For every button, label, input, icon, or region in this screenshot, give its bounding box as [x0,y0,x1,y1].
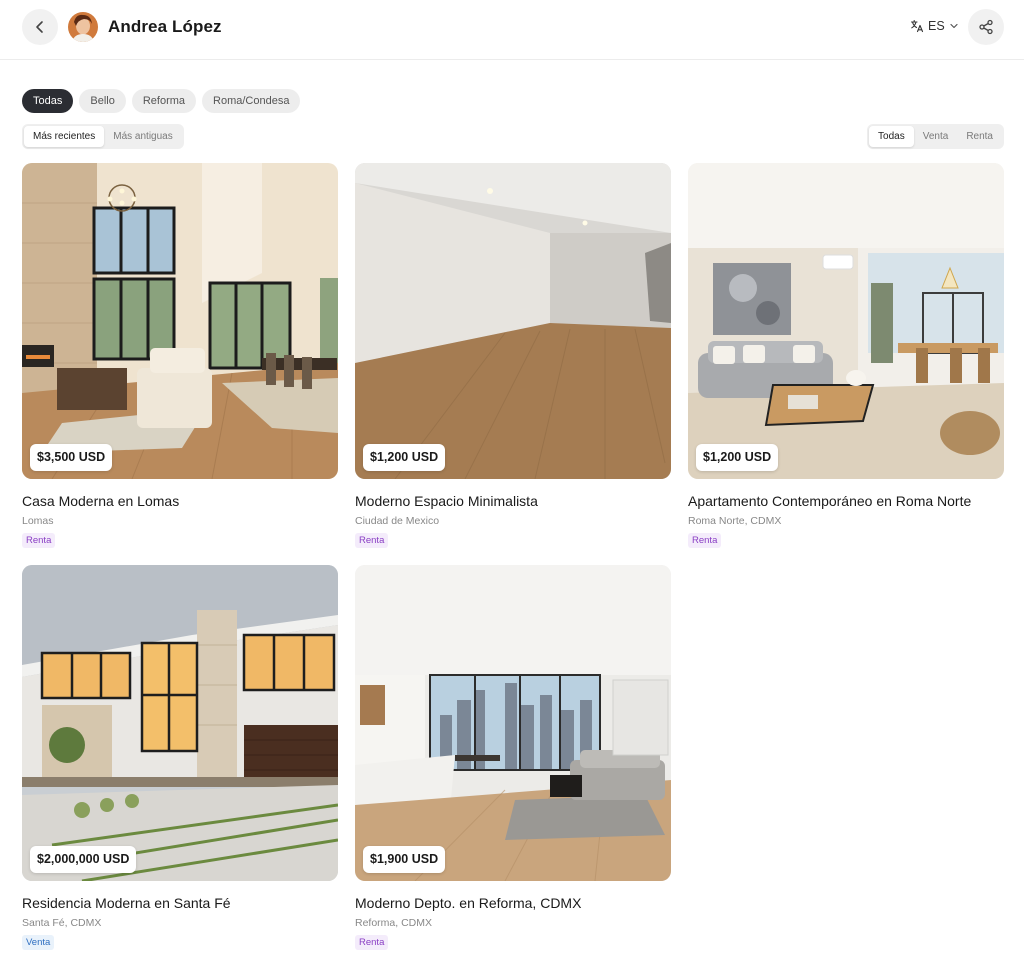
listing-title[interactable]: Moderno Espacio Minimalista [355,493,671,509]
price-badge: $1,200 USD [696,444,779,471]
listing-photo[interactable]: $1,900 USD [355,565,671,881]
language-selector[interactable]: ES [910,19,959,33]
listing-type-tag: Renta [22,533,56,548]
agent-avatar [68,12,98,42]
price-badge: $1,900 USD [363,846,446,873]
listing-location: Ciudad de Mexico [355,515,440,527]
sort-toggle: Más recientes Más antiguas [22,124,184,149]
agent-name: Andrea López [108,17,222,36]
listing-title[interactable]: Casa Moderna en Lomas [22,493,338,509]
chevron-left-icon [36,21,43,33]
type-toggle: Todas Venta Renta [867,124,1004,149]
listing-card[interactable]: $3,500 USD Casa Moderna en Lomas Lomas R… [22,163,338,548]
listing-title[interactable]: Moderno Depto. en Reforma, CDMX [355,895,671,911]
price-badge: $1,200 USD [363,444,446,471]
listing-photo[interactable]: $1,200 USD [355,163,671,479]
back-button[interactable] [22,9,58,45]
listing-card[interactable]: $1,200 USD Moderno Espacio Minimalista C… [355,163,671,548]
listing-title[interactable]: Apartamento Contemporáneo en Roma Norte [688,493,1004,509]
listing-location: Roma Norte, CDMX [688,515,782,527]
listing-location: Reforma, CDMX [355,917,433,929]
listing-photo[interactable]: $1,200 USD [688,163,1004,479]
share-icon [979,19,993,35]
chip-todas[interactable]: Todas [22,89,74,113]
listing-location: Santa Fé, CDMX [22,917,102,929]
chip-bello[interactable]: Bello [79,89,126,113]
type-venta[interactable]: Venta [914,126,958,147]
listing-card[interactable]: $1,200 USD Apartamento Contemporáneo en … [688,163,1004,548]
sort-oldest[interactable]: Más antiguas [104,126,181,147]
listing-type-tag: Venta [22,935,55,950]
translate-icon [910,19,924,33]
listing-photo[interactable]: $2,000,000 USD [22,565,338,881]
listing-photo[interactable]: $3,500 USD [22,163,338,479]
sort-newest[interactable]: Más recientes [24,126,105,147]
chip-reforma[interactable]: Reforma [131,89,197,113]
type-todas[interactable]: Todas [869,126,914,147]
listing-card[interactable]: $2,000,000 USD Residencia Moderna en San… [22,565,338,950]
price-badge: $3,500 USD [30,444,113,471]
listing-type-tag: Renta [688,533,722,548]
listing-type-tag: Renta [355,935,389,950]
listing-card[interactable]: $1,900 USD Moderno Depto. en Reforma, CD… [355,565,671,950]
zone-filter-chips: Todas Bello Reforma Roma/Condesa [22,89,301,113]
listing-title[interactable]: Residencia Moderna en Santa Fé [22,895,338,911]
listing-location: Lomas [22,515,54,527]
share-button[interactable] [968,9,1004,45]
price-badge: $2,000,000 USD [30,846,137,873]
chip-roma-condesa[interactable]: Roma/Condesa [202,89,301,113]
type-renta[interactable]: Renta [957,126,1002,147]
listing-type-tag: Renta [355,533,389,548]
header-bar: Andrea López ES [0,0,1024,60]
language-label: ES [928,19,945,33]
chevron-down-icon [950,23,958,29]
